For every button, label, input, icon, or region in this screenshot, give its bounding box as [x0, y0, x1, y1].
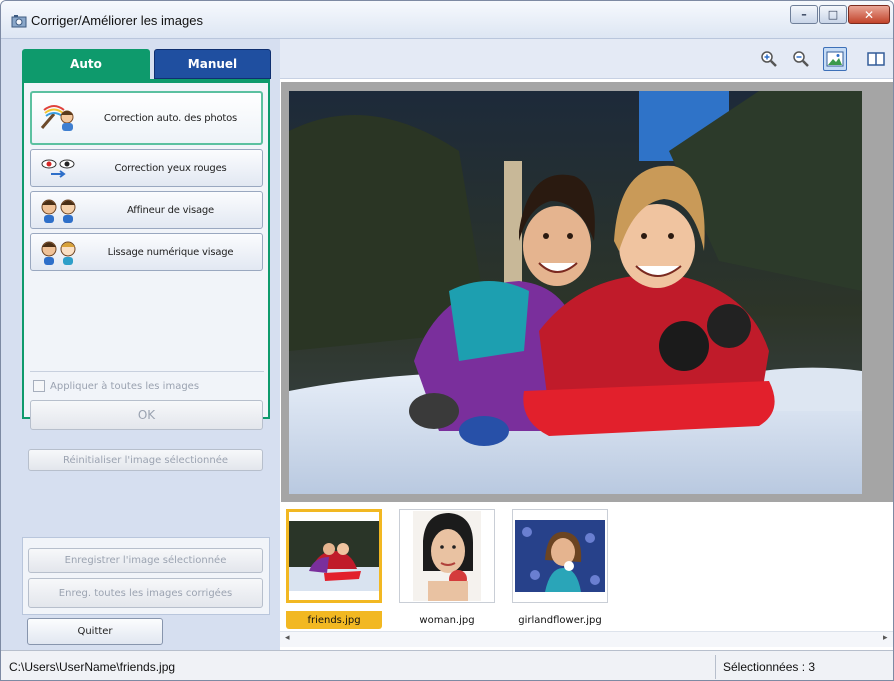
auto-photo-correction-label: Correction auto. des photos	[103, 112, 238, 124]
left-panel: Auto Manuel Correction auto. des photos	[1, 39, 280, 650]
apply-all-checkbox[interactable]: Appliquer à toutes les images	[33, 380, 199, 392]
whole-image-view-icon	[826, 51, 844, 67]
status-bar: C:\Users\UserName\friends.jpg Sélectionn…	[1, 650, 893, 680]
save-selected-image-button[interactable]: Enregistrer l'image sélectionnée	[28, 548, 263, 573]
view-toolbar	[280, 39, 893, 79]
red-eye-correction-button[interactable]: Correction yeux rouges	[30, 149, 263, 187]
auto-tab-panel: Correction auto. des photos Correction y…	[22, 79, 270, 430]
maximize-icon: □	[827, 8, 839, 21]
auto-photo-correction-button[interactable]: Correction auto. des photos	[30, 91, 263, 145]
ok-button[interactable]: OK	[30, 400, 263, 430]
red-eye-correction-label: Correction yeux rouges	[114, 162, 227, 174]
tab-manuel[interactable]: Manuel	[154, 49, 271, 79]
thumbnail-image	[289, 521, 379, 591]
minimize-button[interactable]: –	[790, 5, 818, 24]
reset-selected-image-button[interactable]: Réinitialiser l'image sélectionnée	[28, 449, 263, 471]
minimize-icon: –	[801, 8, 807, 21]
thumbnail-label-girlandflower: girlandflower.jpg	[518, 614, 602, 626]
checkbox-box[interactable]	[33, 380, 45, 392]
thumbnail-scrollbar[interactable]: ◂ ▸	[280, 631, 893, 647]
status-file-path: C:\Users\UserName\friends.jpg	[9, 660, 176, 674]
close-icon: ✕	[863, 7, 875, 22]
zoom-in-button[interactable]	[757, 47, 781, 71]
app-icon	[11, 15, 27, 28]
status-selected-count: Sélectionnées : 3	[723, 660, 816, 674]
thumbnail-woman[interactable]	[399, 509, 495, 603]
zoom-out-icon	[793, 51, 809, 67]
thumbnail-friends[interactable]	[286, 509, 382, 603]
red-eye-correction-icon	[41, 159, 75, 178]
thumbnail-image	[413, 511, 481, 601]
apply-all-label: Appliquer à toutes les images	[50, 380, 200, 392]
save-all-corrected-button[interactable]: Enreg. toutes les images corrigées	[28, 578, 263, 608]
scroll-left-arrow-icon[interactable]: ◂	[285, 633, 290, 643]
divider	[30, 371, 264, 372]
quit-button[interactable]: Quitter	[27, 618, 163, 645]
compare-view-button[interactable]	[864, 47, 888, 71]
scroll-right-arrow-icon[interactable]: ▸	[883, 633, 888, 643]
digital-face-smoothing-icon	[41, 241, 76, 265]
title-bar: Corriger/Améliorer les images – □ ✕	[1, 1, 893, 39]
thumbnail-image	[515, 520, 605, 592]
zoom-out-button[interactable]	[789, 47, 813, 71]
whole-image-view-button[interactable]	[823, 47, 847, 71]
thumbnail-label-woman: woman.jpg	[419, 614, 475, 626]
image-preview-frame	[281, 82, 893, 502]
save-buttons-panel: Enregistrer l'image sélectionnée Enreg. …	[22, 537, 270, 615]
auto-photo-correction-icon	[40, 105, 74, 131]
compare-view-icon	[867, 52, 885, 66]
digital-face-smoothing-label: Lissage numérique visage	[107, 246, 234, 258]
app-window: Corriger/Améliorer les images – □ ✕ Auto…	[0, 0, 894, 681]
status-divider	[715, 655, 716, 679]
face-sharpener-button[interactable]: Affineur de visage	[30, 191, 263, 229]
face-sharpener-label: Affineur de visage	[126, 204, 215, 216]
preview-panel: friends.jpg woman.jpg girlandflower.jpg …	[280, 39, 893, 650]
preview-image	[289, 91, 862, 494]
close-button[interactable]: ✕	[848, 5, 890, 24]
window-title: Corriger/Améliorer les images	[31, 13, 203, 28]
thumbnail-label-friends: friends.jpg	[286, 611, 382, 629]
zoom-in-icon	[761, 51, 777, 67]
face-sharpener-icon	[41, 199, 76, 223]
digital-face-smoothing-button[interactable]: Lissage numérique visage	[30, 233, 263, 271]
tab-auto[interactable]: Auto	[22, 49, 150, 79]
thumbnail-girlandflower[interactable]	[512, 509, 608, 603]
maximize-button[interactable]: □	[819, 5, 847, 24]
